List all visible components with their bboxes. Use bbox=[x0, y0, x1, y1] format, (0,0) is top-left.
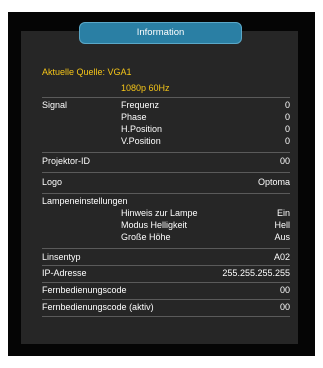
lens-type-label: Linsentyp bbox=[42, 252, 81, 262]
signal-label: Signal bbox=[42, 100, 68, 110]
logo-label: Logo bbox=[42, 177, 63, 187]
divider bbox=[42, 248, 290, 249]
signal-vposition-label: V.Position bbox=[121, 136, 161, 146]
divider bbox=[42, 97, 290, 98]
signal-phase-label: Phase bbox=[121, 112, 147, 122]
projector-id-label: Projektor-ID bbox=[42, 156, 91, 166]
high-altitude-value: Aus bbox=[274, 232, 290, 242]
divider bbox=[42, 316, 290, 317]
signal-hposition-value: 0 bbox=[284, 124, 290, 134]
info-panel bbox=[21, 31, 298, 344]
divider bbox=[42, 282, 290, 283]
ip-address-value: 255.255.255.255 bbox=[222, 268, 290, 278]
ip-address-label: IP-Adresse bbox=[42, 268, 87, 278]
divider bbox=[42, 193, 290, 194]
current-source-label: Aktuelle Quelle: VGA1 bbox=[42, 67, 132, 77]
brightness-mode-label: Modus Helligkeit bbox=[121, 220, 188, 230]
divider bbox=[42, 172, 290, 173]
remote-code-active-value: 00 bbox=[279, 302, 290, 312]
signal-frequenz-label: Frequenz bbox=[121, 100, 160, 110]
information-tab[interactable]: Information bbox=[79, 22, 242, 44]
high-altitude-label: Große Höhe bbox=[121, 232, 171, 242]
remote-code-active-label: Fernbedienungscode (aktiv) bbox=[42, 302, 154, 312]
lens-type-value: A02 bbox=[273, 252, 290, 262]
lamp-settings-label: Lampeneinstellungen bbox=[42, 196, 128, 206]
lamp-reminder-value: Ein bbox=[276, 208, 290, 218]
divider bbox=[42, 299, 290, 300]
signal-hposition-label: H.Position bbox=[121, 124, 163, 134]
resolution-value: 1080p 60Hz bbox=[121, 83, 170, 93]
signal-vposition-value: 0 bbox=[284, 136, 290, 146]
divider bbox=[42, 265, 290, 266]
divider bbox=[42, 152, 290, 153]
signal-phase-value: 0 bbox=[284, 112, 290, 122]
remote-code-value: 00 bbox=[279, 285, 290, 295]
brightness-mode-value: Hell bbox=[274, 220, 290, 230]
signal-frequenz-value: 0 bbox=[284, 100, 290, 110]
remote-code-label: Fernbedienungscode bbox=[42, 285, 127, 295]
lamp-reminder-label: Hinweis zur Lampe bbox=[121, 208, 198, 218]
logo-value: Optoma bbox=[257, 177, 290, 187]
projector-id-value: 00 bbox=[279, 156, 290, 166]
